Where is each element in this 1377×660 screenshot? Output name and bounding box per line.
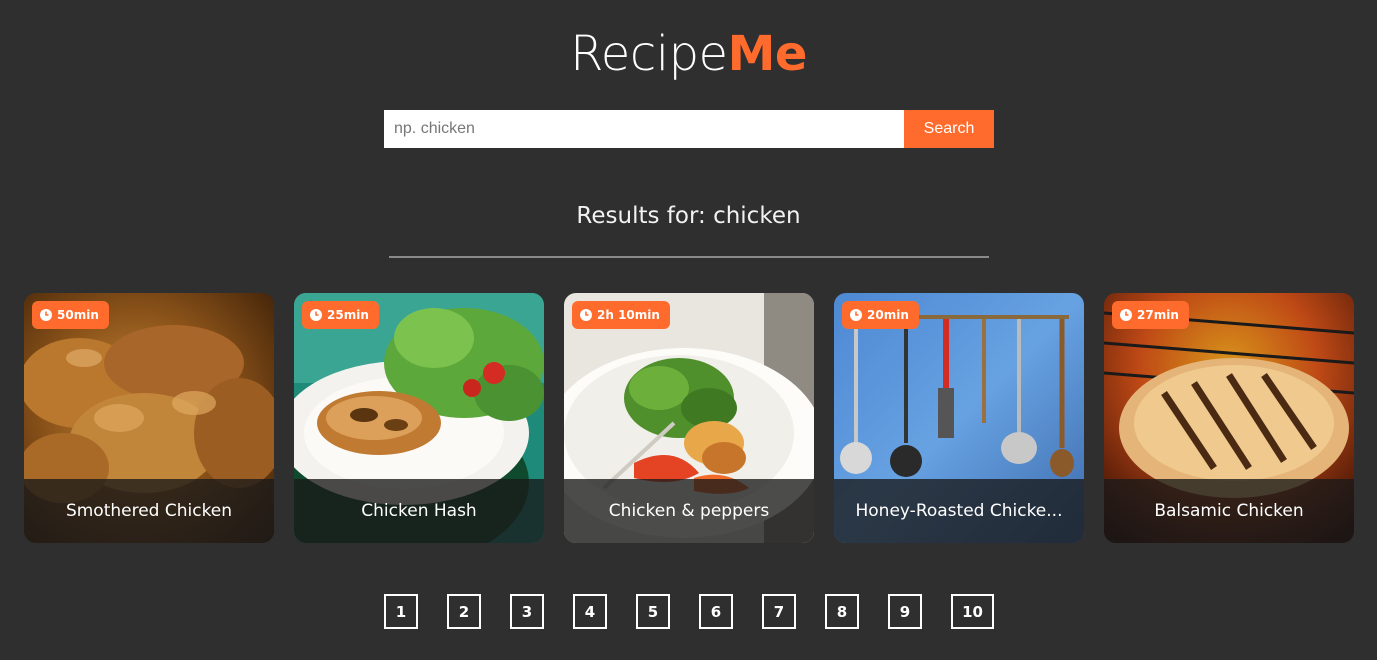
recipe-card-grid: 50min Smothered Chicken 25min Chicken Ha… [24, 293, 1354, 543]
page-link-8[interactable]: 8 [825, 594, 859, 629]
cook-time-badge: 20min [842, 301, 919, 329]
page-link-2[interactable]: 2 [447, 594, 481, 629]
clock-icon [850, 309, 862, 321]
results-divider [389, 256, 989, 258]
site-logo[interactable]: RecipeMe [0, 26, 1377, 82]
pagination: 1 2 3 4 5 6 7 8 9 10 [0, 594, 1377, 630]
page-link-3[interactable]: 3 [510, 594, 544, 629]
card-title-bar: Smothered Chicken [24, 479, 274, 543]
cook-time: 25min [327, 308, 369, 322]
cook-time-badge: 25min [302, 301, 379, 329]
card-title-bar: Chicken & peppers [564, 479, 814, 543]
recipe-title: Balsamic Chicken [1154, 501, 1304, 521]
recipe-card[interactable]: 20min Honey-Roasted Chicke... [834, 293, 1084, 543]
clock-icon [40, 309, 52, 321]
recipe-title: Chicken Hash [361, 501, 477, 521]
page-link-6[interactable]: 6 [699, 594, 733, 629]
clock-icon [580, 309, 592, 321]
recipe-card[interactable]: 25min Chicken Hash [294, 293, 544, 543]
recipe-card[interactable]: 27min Balsamic Chicken [1104, 293, 1354, 543]
recipe-title: Smothered Chicken [65, 501, 233, 521]
card-title-bar: Chicken Hash [294, 479, 544, 543]
cook-time-badge: 27min [1112, 301, 1189, 329]
page-link-1[interactable]: 1 [384, 594, 418, 629]
page-link-5[interactable]: 5 [636, 594, 670, 629]
page-link-4[interactable]: 4 [573, 594, 607, 629]
search-form: Search [384, 110, 994, 148]
cook-time: 2h 10min [597, 308, 660, 322]
page-link-9[interactable]: 9 [888, 594, 922, 629]
results-heading: Results for: chicken [576, 203, 801, 229]
cook-time-badge: 50min [32, 301, 109, 329]
recipe-card[interactable]: 50min Smothered Chicken [24, 293, 274, 543]
page-link-10[interactable]: 10 [951, 594, 994, 629]
page-link-7[interactable]: 7 [762, 594, 796, 629]
cook-time-badge: 2h 10min [572, 301, 670, 329]
clock-icon [310, 309, 322, 321]
logo-text-recipe: Recipe [570, 26, 728, 82]
search-input[interactable] [384, 110, 904, 148]
card-title-bar: Balsamic Chicken [1104, 479, 1354, 543]
logo-text-me: Me [727, 26, 808, 82]
cook-time: 20min [867, 308, 909, 322]
clock-icon [1120, 309, 1132, 321]
recipe-title: Chicken & peppers [608, 501, 770, 521]
cook-time: 27min [1137, 308, 1179, 322]
cook-time: 50min [57, 308, 99, 322]
recipe-title: Honey-Roasted Chicke... [855, 501, 1063, 521]
search-button[interactable]: Search [904, 110, 994, 148]
recipe-card[interactable]: 2h 10min Chicken & peppers [564, 293, 814, 543]
card-title-bar: Honey-Roasted Chicke... [834, 479, 1084, 543]
